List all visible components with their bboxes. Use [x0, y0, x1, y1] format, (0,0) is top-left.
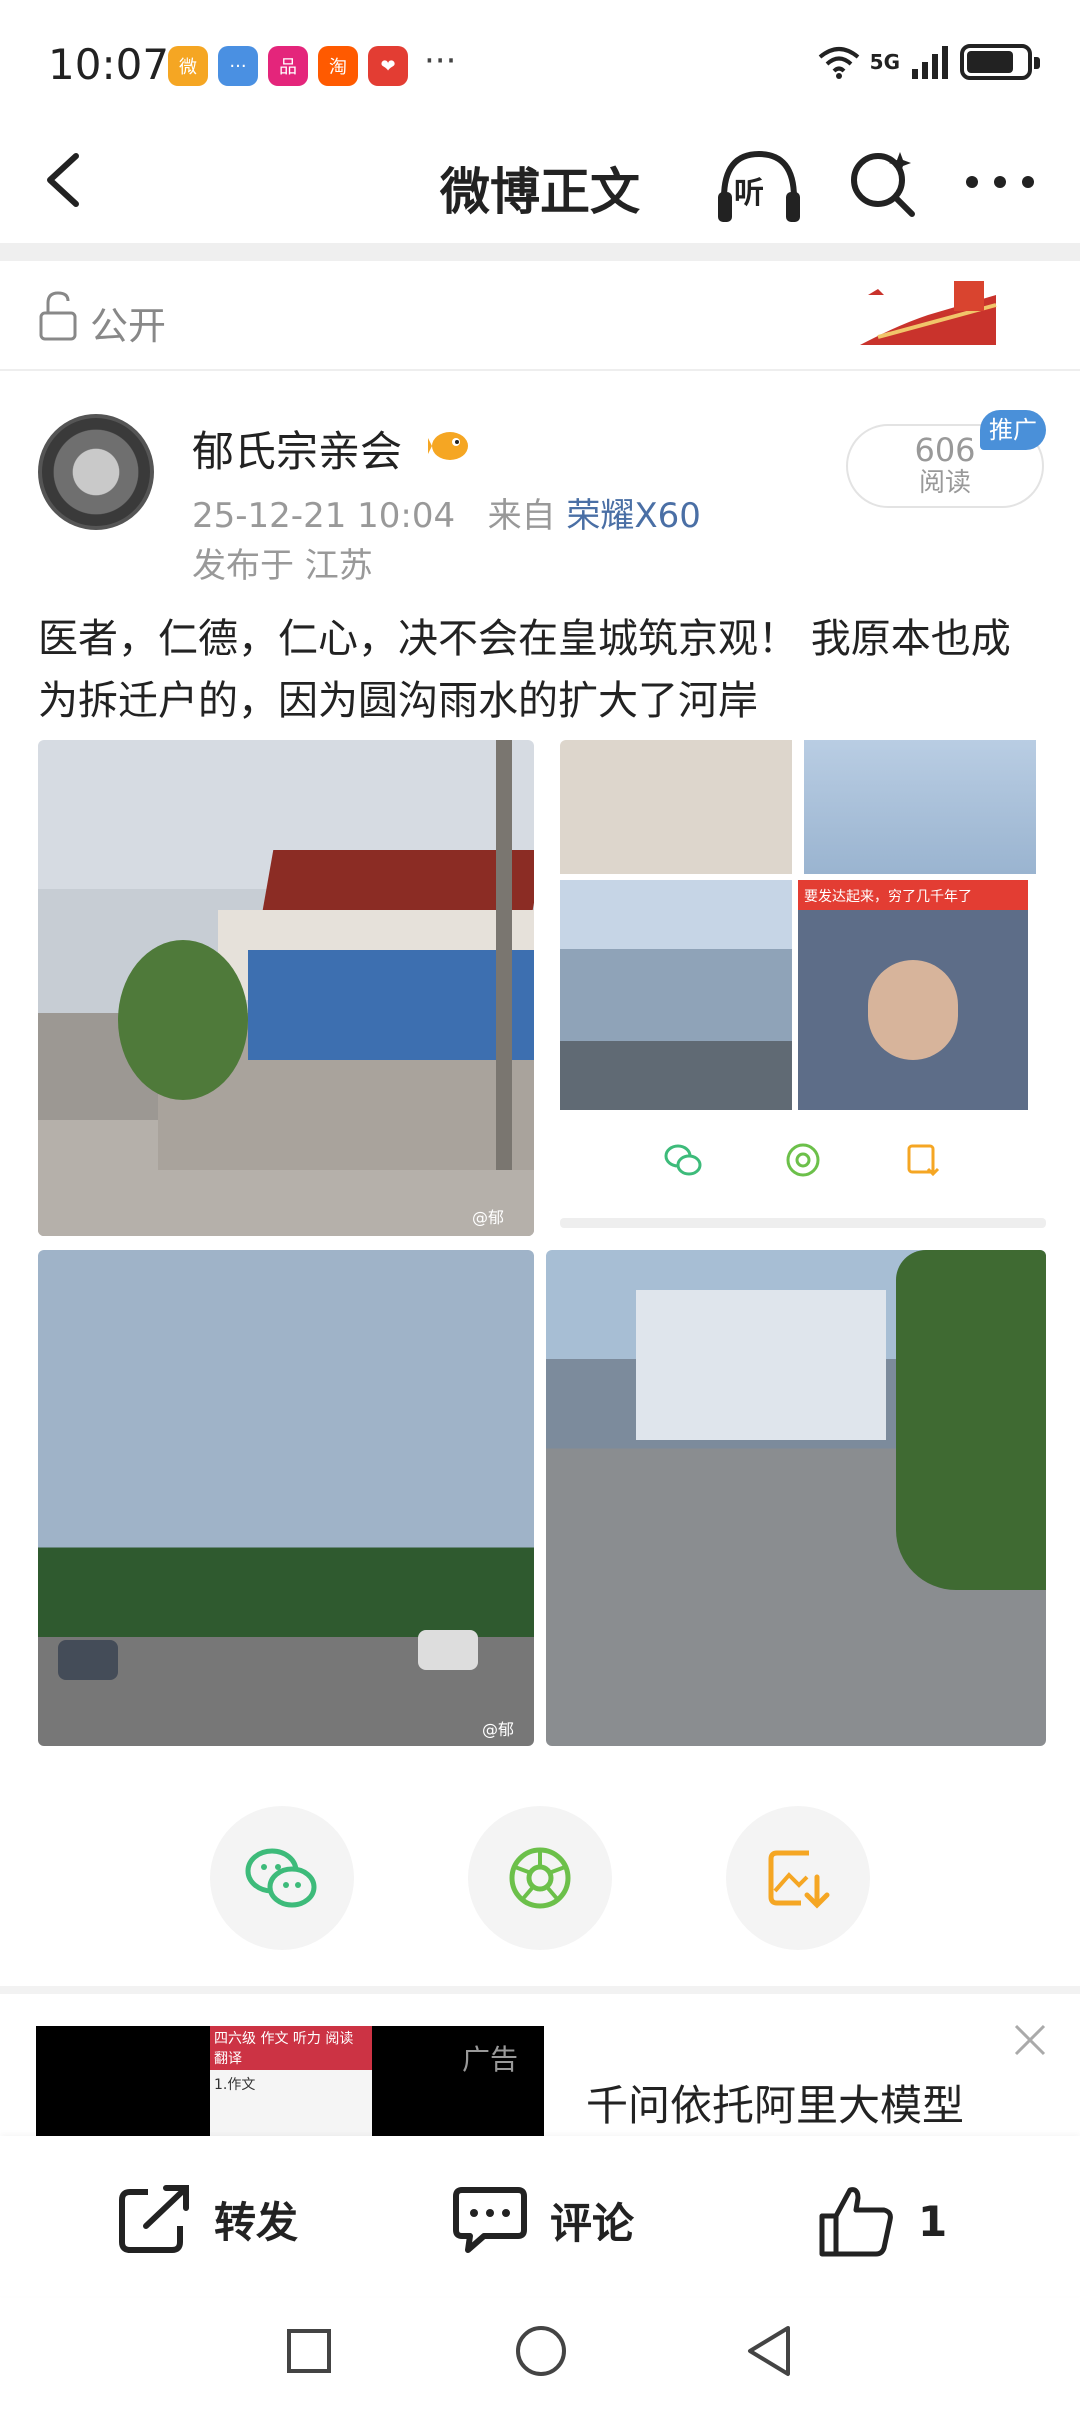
- section-separator: [0, 243, 1080, 261]
- collage-photo-building: [804, 740, 1036, 874]
- source-prefix: 来自: [487, 496, 556, 536]
- forward-label: 转发: [214, 2197, 299, 2247]
- status-bar: 10:07 微 ··· 品 淘 ❤ ··· 5G: [0, 0, 1080, 120]
- more-options-icon[interactable]: [960, 152, 1040, 212]
- comment-icon: [453, 2187, 527, 2253]
- ad-thumb-header: 四六级 作文 听力 阅读 翻译: [210, 2026, 372, 2070]
- like-button[interactable]: 1: [818, 2184, 947, 2258]
- great-wall-decoration-icon: [860, 281, 997, 345]
- promo-badge[interactable]: 推广: [980, 410, 1046, 450]
- author-name[interactable]: 郁氏宗亲会: [192, 418, 402, 479]
- wechat-share-button[interactable]: [210, 1806, 354, 1950]
- source-device[interactable]: 荣耀X60: [566, 496, 701, 536]
- collage-progress-bar: [560, 1218, 1046, 1228]
- moments-share-icon[interactable]: [783, 1140, 823, 1180]
- visibility-label: 公开: [90, 304, 167, 348]
- page-title: 微博正文: [440, 163, 640, 221]
- thumbs-up-icon: [819, 2187, 893, 2257]
- collage-photo-document: [560, 740, 792, 874]
- forward-button[interactable]: 转发: [118, 2184, 298, 2254]
- video-banner: 要发达起来，穷了几千年了: [798, 880, 1028, 910]
- close-icon[interactable]: [1012, 2022, 1048, 2058]
- collage-share-actions: [560, 1140, 1046, 1200]
- view-count-label: 阅读: [918, 468, 971, 498]
- like-count: 1: [918, 2196, 948, 2246]
- battery-icon: [960, 44, 1040, 80]
- listen-button[interactable]: 听: [716, 146, 802, 226]
- image-watermark: @郁: [482, 1720, 515, 1739]
- heart-app-icon: ❤: [368, 46, 408, 86]
- visibility-row: 公开: [0, 261, 1080, 371]
- weibo-icon: 微: [168, 46, 208, 86]
- section-divider: [0, 1986, 1080, 1994]
- status-app-icons: 微 ··· 品 淘 ❤ ···: [168, 41, 457, 86]
- nav-bar: 微博正文 听: [0, 120, 1080, 240]
- status-right-icons: 5G: [818, 44, 1040, 80]
- system-nav-bar: [0, 2296, 1080, 2412]
- ad-tag: 广告: [462, 2043, 519, 2076]
- ad-thumb-subheader: 1.作文: [214, 2077, 256, 2093]
- avatar[interactable]: [38, 414, 154, 530]
- comment-label: 评论: [550, 2198, 635, 2248]
- post-location: 发布于 江苏: [192, 546, 373, 586]
- post-image-house[interactable]: @郁: [38, 740, 534, 1236]
- post-image-street[interactable]: [546, 1250, 1046, 1746]
- taobao-icon: 淘: [318, 46, 358, 86]
- ad-title[interactable]: 千问依托阿里大模型: [586, 2072, 964, 2133]
- image-watermark: @郁: [472, 1208, 505, 1227]
- message-icon: ···: [218, 46, 258, 86]
- wechat-share-icon[interactable]: [663, 1140, 703, 1180]
- save-image-icon[interactable]: [903, 1140, 943, 1180]
- post-meta: 25-12-21 10:04 来自 荣耀X60: [192, 488, 701, 537]
- moments-share-button[interactable]: [468, 1806, 612, 1950]
- post-text: 医者，仁德，仁心，决不会在皇城筑京观！ 我原本也成为拆迁户的，因为圆沟雨水的扩大…: [38, 616, 1011, 724]
- network-type: 5G: [869, 50, 900, 74]
- signal-icon: [912, 46, 948, 79]
- moments-icon: [509, 1847, 571, 1909]
- unlock-icon: [39, 291, 77, 341]
- comment-button[interactable]: 评论: [452, 2184, 634, 2256]
- back-nav-icon[interactable]: [744, 2324, 794, 2378]
- status-time: 10:07: [48, 40, 170, 89]
- vip-icon: 品: [268, 46, 308, 86]
- search-icon[interactable]: [848, 148, 918, 218]
- status-more-icon: ···: [424, 41, 457, 81]
- save-image-button[interactable]: [726, 1806, 870, 1950]
- save-image-icon: [768, 1850, 830, 1909]
- wechat-icon: [245, 1848, 317, 1908]
- collage-photo-video-frame: 要发达起来，穷了几千年了: [798, 880, 1028, 1110]
- post-video-collage[interactable]: 要发达起来，穷了几千年了: [560, 740, 1046, 1230]
- bottom-toolbar: 转发 评论 1: [0, 2136, 1080, 2296]
- post-timestamp: 25-12-21 10:04: [192, 496, 456, 536]
- post-image-road[interactable]: @郁: [38, 1250, 534, 1746]
- recents-icon[interactable]: [284, 2326, 334, 2376]
- home-icon[interactable]: [514, 2324, 568, 2378]
- share-arrow-icon: [119, 2185, 189, 2253]
- listen-label: 听: [734, 176, 764, 211]
- pufferfish-badge-icon: [428, 432, 468, 460]
- collage-photo-factory: [560, 880, 792, 1110]
- wifi-icon: [818, 47, 859, 79]
